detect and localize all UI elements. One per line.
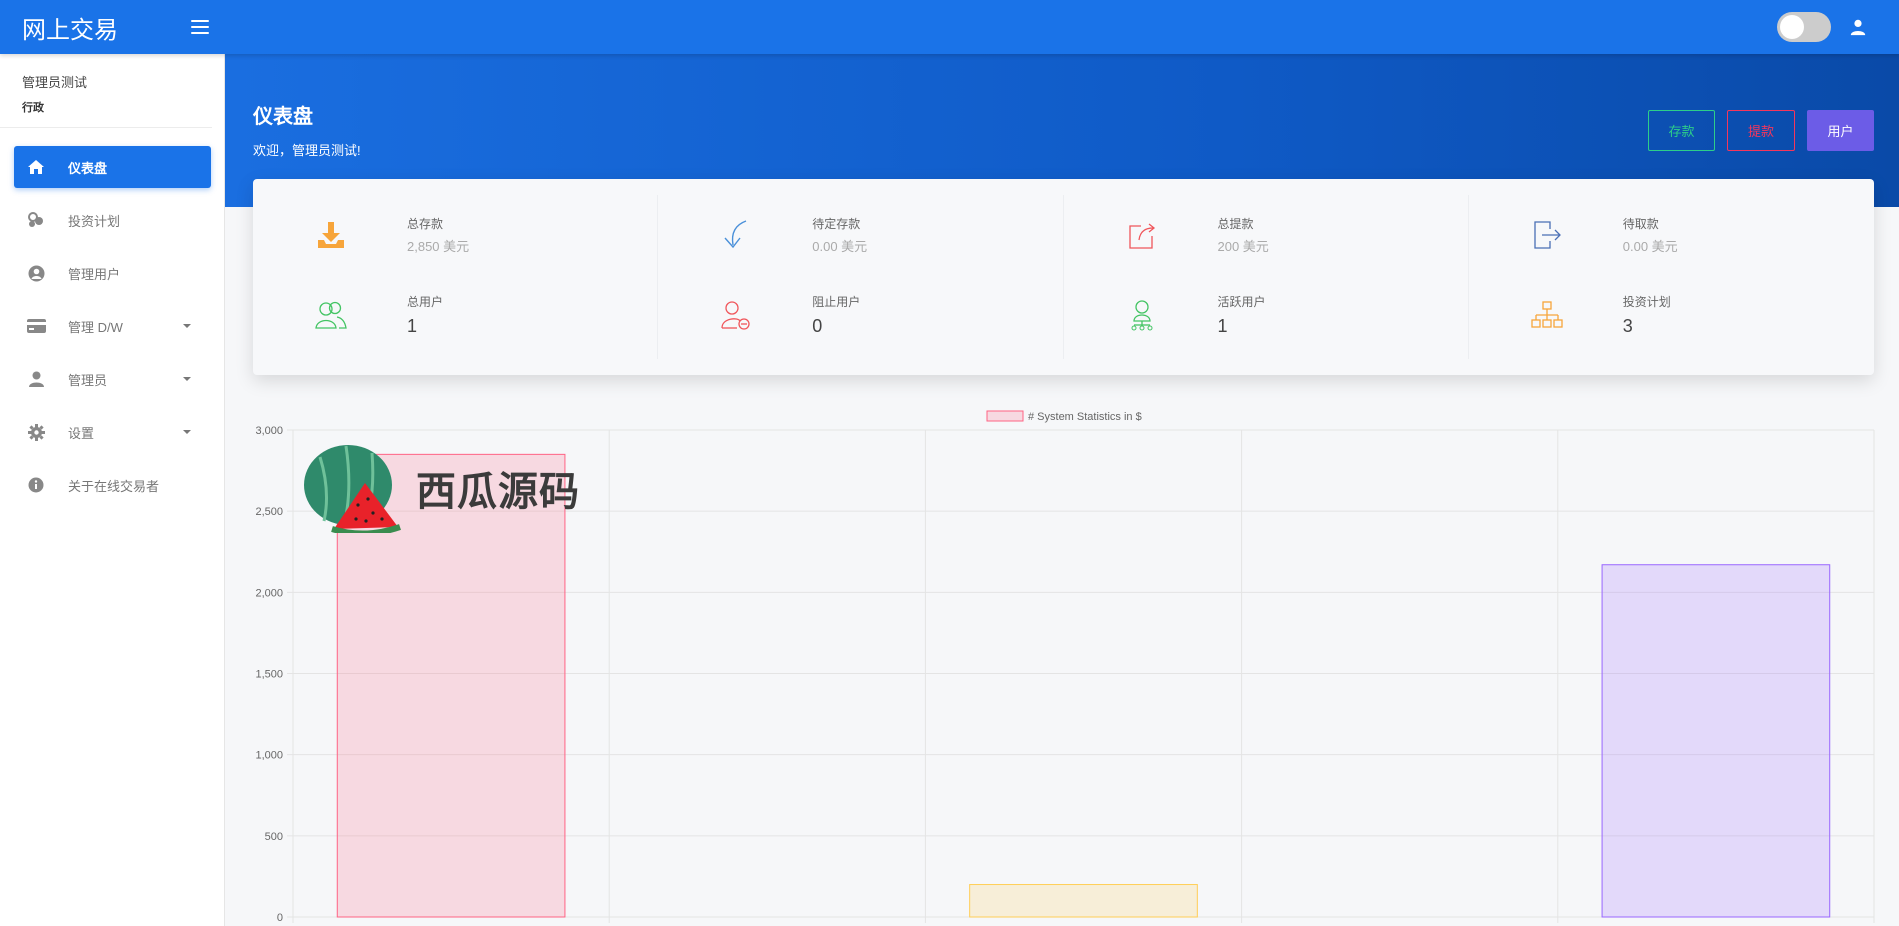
stat-value: 0.00 美元 xyxy=(812,239,868,254)
sidebar-item-label: 管理 D/W xyxy=(68,319,123,335)
chevron-down-icon xyxy=(183,377,191,381)
stat-value: 1 xyxy=(407,316,418,336)
sidebar-item-admins[interactable]: 管理员 xyxy=(14,358,211,400)
chevron-down-icon xyxy=(183,430,191,434)
page-title: 仪表盘 xyxy=(253,106,313,128)
coins-icon xyxy=(24,211,48,229)
stat-value: 200 美元 xyxy=(1217,239,1269,254)
user-network-icon xyxy=(1122,295,1162,335)
stat-blocked-users: 阻止用户 0 xyxy=(658,275,1062,355)
stat-total-users: 总用户 1 xyxy=(253,275,657,355)
stat-pending-withdrawal: 待取款 0.00 美元 xyxy=(1469,195,1874,275)
stat-label: 总存款 xyxy=(407,217,444,231)
stats-column: 总提款 200 美元 活跃用户 1 xyxy=(1064,195,1469,359)
stat-investment-plans: 投资计划 3 xyxy=(1469,275,1874,355)
sidebar-item-label: 仪表盘 xyxy=(68,160,108,176)
sidebar-item-investment-plans[interactable]: 投资计划 xyxy=(14,199,211,241)
gear-icon xyxy=(24,423,48,441)
top-navbar: 网上交易 xyxy=(0,0,1899,54)
stat-value: 1 xyxy=(1217,316,1228,336)
stat-value: 2,850 美元 xyxy=(407,239,470,254)
brand-area: 网上交易 xyxy=(0,10,225,45)
y-tick-label: 1,500 xyxy=(255,669,283,681)
sidebar-item-about[interactable]: 关于在线交易者 xyxy=(14,464,211,506)
stat-value: 0 xyxy=(812,316,823,336)
user-account-icon[interactable] xyxy=(1849,18,1867,36)
sidebar-item-manage-dw[interactable]: 管理 D/W xyxy=(14,305,211,347)
y-tick-label: 3,000 xyxy=(255,425,283,437)
y-tick-label: 1,000 xyxy=(255,750,283,762)
exit-icon xyxy=(1527,215,1567,255)
y-tick-label: 0 xyxy=(277,912,283,924)
sidebar-item-manage-users[interactable]: 管理用户 xyxy=(14,252,211,294)
stats-column: 总存款 2,850 美元 总用户 1 xyxy=(253,195,659,359)
profile-role: 行政 xyxy=(22,102,44,114)
topbar-actions xyxy=(1777,12,1899,42)
sidebar-item-settings[interactable]: 设置 xyxy=(14,411,211,453)
stat-label: 投资计划 xyxy=(1622,295,1671,309)
legend-label: # System Statistics in $ xyxy=(1028,411,1142,423)
theme-toggle-switch[interactable] xyxy=(1777,12,1831,42)
stat-label: 待取款 xyxy=(1622,217,1659,231)
download-icon xyxy=(311,215,351,255)
arrow-curve-icon xyxy=(716,215,756,255)
stat-value: 0.00 美元 xyxy=(1622,239,1678,254)
watermelon-icon xyxy=(304,445,401,533)
sidebar-item-label: 设置 xyxy=(68,425,95,441)
header-actions: 存款 提款 用户 xyxy=(1648,110,1874,151)
y-tick-label: 2,000 xyxy=(255,587,283,599)
stat-value: 3 xyxy=(1622,316,1633,336)
stat-label: 待定存款 xyxy=(812,217,861,231)
profile-name: 管理员测试 xyxy=(22,75,88,90)
chevron-down-icon xyxy=(183,324,191,328)
withdraw-button[interactable]: 提款 xyxy=(1727,110,1795,151)
stat-total-withdrawal: 总提款 200 美元 xyxy=(1064,195,1468,275)
sidebar-item-label: 管理员 xyxy=(68,372,108,388)
sidebar-profile: 管理员测试 行政 xyxy=(0,54,212,128)
sidebar: 管理员测试 行政 仪表盘 投资计划 管理用户 管理 D/W 管理员 设置 关于在… xyxy=(0,54,225,926)
deposit-button[interactable]: 存款 xyxy=(1648,110,1715,151)
stats-column: 待取款 0.00 美元 投资计划 3 xyxy=(1469,195,1874,359)
chart-bar[interactable] xyxy=(969,884,1198,918)
watermark-logo: 西瓜源码 xyxy=(298,443,580,533)
brand-title[interactable]: 网上交易 xyxy=(22,10,118,45)
stat-label: 阻止用户 xyxy=(812,295,861,309)
stats-column: 待定存款 0.00 美元 阻止用户 0 xyxy=(658,195,1064,359)
sidebar-item-label: 关于在线交易者 xyxy=(68,478,160,494)
chart-legend[interactable]: # System Statistics in $ xyxy=(986,410,1142,423)
menu-toggle-icon[interactable] xyxy=(191,20,209,34)
stat-active-users: 活跃用户 1 xyxy=(1064,275,1468,355)
y-tick-label: 500 xyxy=(265,831,283,843)
user-circle-icon xyxy=(24,264,48,282)
chart-bar[interactable] xyxy=(1601,564,1831,918)
home-icon xyxy=(24,158,48,176)
legend-swatch xyxy=(986,410,1024,422)
share-out-icon xyxy=(1122,215,1162,255)
sitemap-icon xyxy=(1527,295,1567,335)
info-icon xyxy=(24,476,48,494)
users-icon xyxy=(311,295,351,335)
sidebar-nav: 仪表盘 投资计划 管理用户 管理 D/W 管理员 设置 关于在线交易者 xyxy=(0,128,224,506)
watermark-text: 西瓜源码 xyxy=(416,469,580,515)
user-blocked-icon xyxy=(716,295,756,335)
sidebar-item-label: 投资计划 xyxy=(68,213,121,229)
stat-total-deposit: 总存款 2,850 美元 xyxy=(253,195,657,275)
stats-card: 总存款 2,850 美元 总用户 1 待定存款 0.00 美元 阻止用户 0 总提款 20… xyxy=(253,179,1874,375)
y-tick-label: 2,500 xyxy=(255,506,283,518)
users-button[interactable]: 用户 xyxy=(1807,110,1874,151)
sidebar-item-dashboard[interactable]: 仪表盘 xyxy=(14,146,211,188)
welcome-message: 欢迎，管理员测试! xyxy=(253,143,361,158)
credit-card-icon xyxy=(24,317,48,335)
sidebar-item-label: 管理用户 xyxy=(68,266,121,282)
stat-pending-deposit: 待定存款 0.00 美元 xyxy=(658,195,1062,275)
stat-label: 总提款 xyxy=(1217,217,1254,231)
stat-label: 活跃用户 xyxy=(1217,295,1266,309)
stat-label: 总用户 xyxy=(407,295,444,309)
user-icon xyxy=(24,370,48,388)
